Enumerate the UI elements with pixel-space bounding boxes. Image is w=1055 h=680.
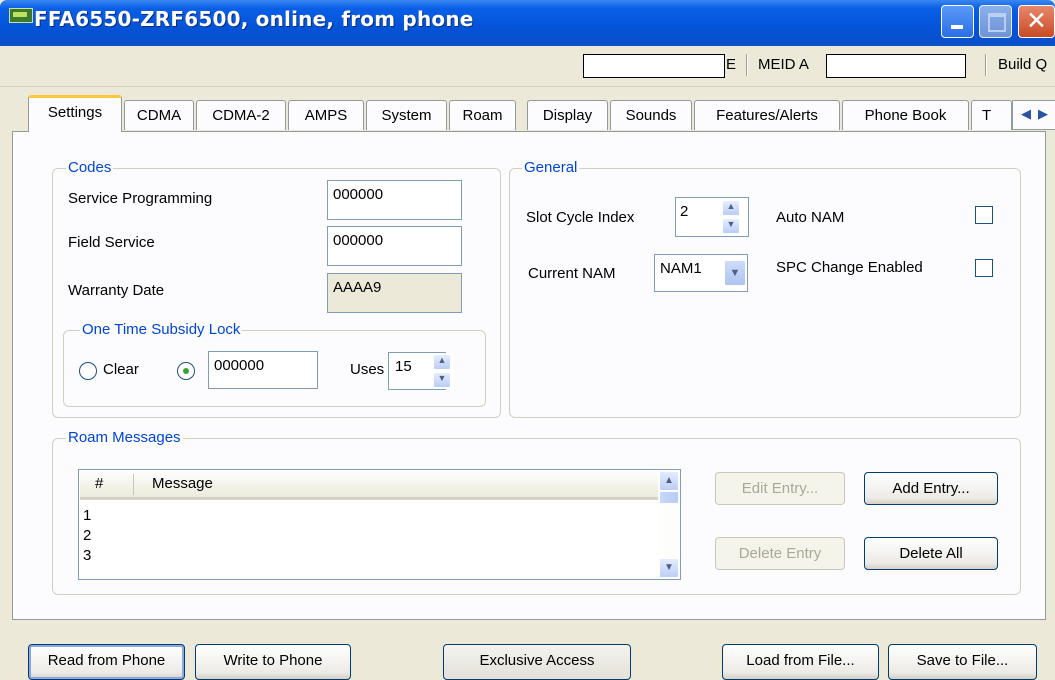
spin-up-icon[interactable]: ▲	[433, 354, 451, 370]
auto-nam-label: Auto NAM	[776, 209, 845, 226]
window-title: FFA6550-ZRF6500, online, from phone	[34, 7, 474, 31]
tab-phone-book[interactable]: Phone Book	[842, 100, 969, 130]
warranty-date-label: Warranty Date	[68, 282, 165, 299]
column-header-message[interactable]: Message	[152, 475, 213, 492]
tab-scroll-right-icon[interactable]: ▶	[1038, 106, 1048, 122]
codes-legend: Codes	[66, 159, 114, 176]
build-label: Build Q	[998, 56, 1048, 73]
tab-amps[interactable]: AMPS	[288, 100, 364, 130]
subsidy-code-field[interactable]: 000000	[208, 351, 318, 389]
status-strip: E MEID A Build Q	[0, 46, 1055, 87]
read-from-phone-button[interactable]: Read from Phone	[28, 644, 185, 680]
tab-system[interactable]: System	[366, 100, 447, 130]
save-to-file-button[interactable]: Save to File...	[888, 644, 1037, 680]
uses-spinner[interactable]: ▲ ▼	[432, 353, 454, 389]
maximize-icon	[988, 13, 1006, 32]
tab-cdma-2[interactable]: CDMA-2	[196, 100, 286, 130]
load-from-file-button[interactable]: Load from File...	[722, 644, 879, 680]
maximize-button[interactable]	[979, 5, 1012, 38]
tab-roam[interactable]: Roam	[449, 100, 516, 130]
tab-scroll-left-icon[interactable]: ◀	[1021, 106, 1031, 122]
column-divider	[133, 474, 134, 495]
delete-all-button[interactable]: Delete All	[864, 537, 998, 570]
delete-entry-button[interactable]: Delete Entry	[715, 537, 845, 570]
redacted-esn	[583, 54, 725, 78]
roam-messages-list[interactable]: # Message 1 2 3 ▲ ▼	[78, 469, 681, 580]
spin-down-icon[interactable]: ▼	[433, 372, 451, 388]
meid-label: MEID A	[758, 56, 809, 73]
scroll-down-icon[interactable]: ▼	[659, 558, 679, 578]
list-scrollbar[interactable]: ▲ ▼	[658, 470, 680, 579]
service-programming-field[interactable]: 000000	[327, 180, 462, 220]
slot-cycle-index-label: Slot Cycle Index	[526, 209, 635, 226]
title-bar[interactable]: FFA6550-ZRF6500, online, from phone ✕	[0, 0, 1055, 46]
list-item[interactable]: 3	[83, 546, 91, 566]
spc-change-enabled-label: SPC Change Enabled	[776, 259, 923, 276]
list-item[interactable]: 1	[83, 506, 91, 526]
list-item[interactable]: 2	[83, 526, 91, 546]
close-button[interactable]: ✕	[1018, 5, 1055, 38]
column-header-number[interactable]: #	[95, 475, 103, 492]
tab-display[interactable]: Display	[527, 100, 608, 130]
add-entry-button[interactable]: Add Entry...	[864, 472, 998, 505]
tab-scroll-arrows[interactable]: ◀ ▶	[1012, 100, 1055, 130]
general-group	[509, 168, 1021, 418]
esn-fragment: E	[726, 56, 737, 73]
tab-features-alerts[interactable]: Features/Alerts	[694, 100, 840, 130]
edit-entry-button[interactable]: Edit Entry...	[715, 472, 845, 505]
current-nam-value: NAM1	[660, 260, 702, 277]
write-to-phone-button[interactable]: Write to Phone	[195, 644, 351, 680]
scroll-thumb[interactable]	[659, 491, 679, 504]
tab-settings[interactable]: Settings	[28, 95, 122, 132]
status-divider	[746, 54, 748, 76]
general-legend: General	[522, 159, 580, 176]
slot-cycle-spinner[interactable]: ▲ ▼	[721, 199, 743, 235]
radio-selected-dot	[183, 368, 189, 374]
tab-cdma[interactable]: CDMA	[124, 100, 194, 130]
spc-change-enabled-checkbox[interactable]	[975, 259, 993, 277]
field-service-label: Field Service	[68, 234, 155, 251]
minimize-button[interactable]	[941, 5, 974, 38]
current-nam-label: Current NAM	[528, 265, 616, 282]
status-divider	[985, 54, 987, 76]
uses-label: Uses	[350, 361, 385, 378]
service-programming-label: Service Programming	[68, 190, 213, 207]
tab-truncated[interactable]: T	[971, 100, 1012, 130]
exclusive-access-button[interactable]: Exclusive Access	[443, 644, 631, 680]
minimize-icon	[951, 25, 963, 29]
uses-value: 15	[395, 358, 412, 375]
slot-cycle-index-value: 2	[680, 203, 689, 220]
chevron-down-icon[interactable]: ▼	[724, 260, 746, 286]
warranty-date-field: AAAA9	[327, 273, 462, 313]
subsidy-lock-legend: One Time Subsidy Lock	[80, 321, 243, 338]
scroll-up-icon[interactable]: ▲	[659, 471, 679, 491]
code-radio[interactable]	[177, 362, 195, 380]
roam-messages-legend: Roam Messages	[66, 429, 183, 446]
spin-down-icon[interactable]: ▼	[722, 218, 740, 234]
app-icon	[9, 8, 33, 23]
list-header: # Message	[80, 471, 658, 500]
close-icon: ✕	[1026, 7, 1047, 35]
clear-radio[interactable]	[79, 362, 97, 380]
tab-sounds[interactable]: Sounds	[610, 100, 692, 130]
redacted-meid	[826, 54, 966, 78]
auto-nam-checkbox[interactable]	[975, 206, 993, 224]
field-service-field[interactable]: 000000	[327, 226, 462, 266]
spin-up-icon[interactable]: ▲	[722, 200, 740, 216]
clear-label: Clear	[103, 361, 139, 378]
